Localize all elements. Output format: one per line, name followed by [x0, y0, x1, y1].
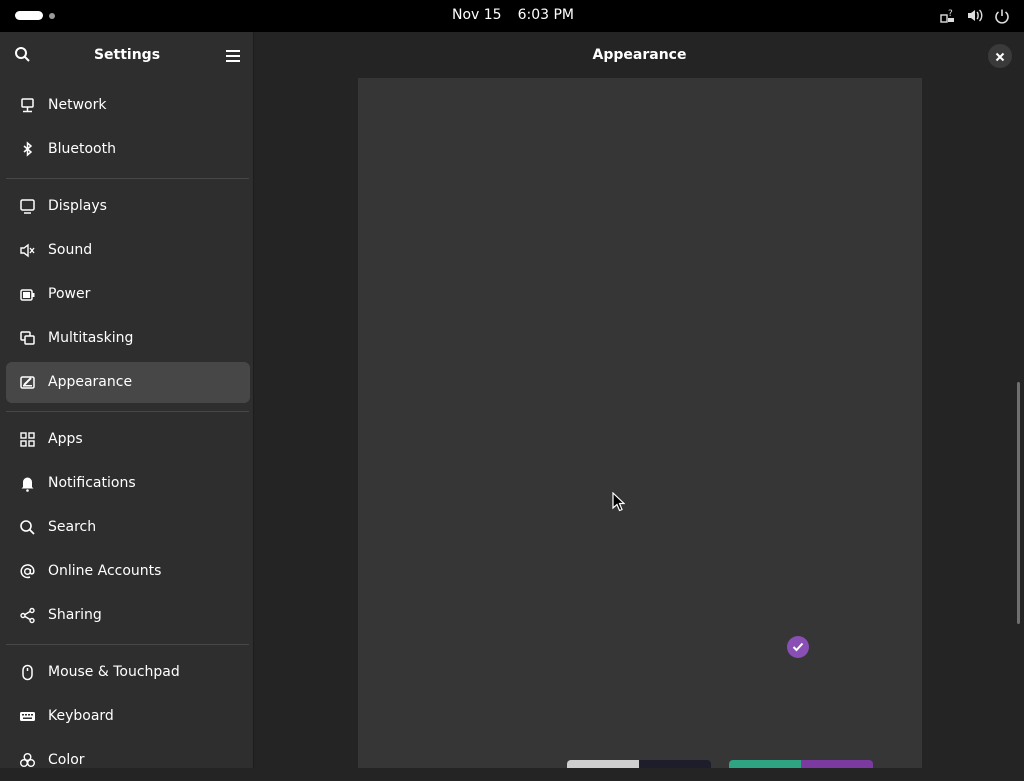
sidebar-separator	[6, 644, 249, 645]
appearance-icon	[19, 374, 36, 391]
sidebar-item-displays[interactable]: Displays	[6, 186, 250, 227]
network-unknown-icon[interactable]: ?	[939, 7, 956, 24]
sidebar-header: Settings	[0, 32, 253, 78]
workspace-active-indicator	[15, 11, 43, 20]
sidebar-item-label: Power	[48, 286, 91, 302]
appearance-panel: Appearance	[255, 32, 1024, 768]
multitasking-icon	[19, 330, 36, 347]
hamburger-menu-icon[interactable]	[225, 48, 241, 67]
sidebar-item-power[interactable]: Power	[6, 274, 250, 315]
power-icon[interactable]	[994, 8, 1010, 24]
top-bar: Nov 15 6:03 PM ?	[0, 0, 1024, 32]
style-preview-card[interactable]	[358, 78, 922, 768]
date-label: Nov 15	[452, 7, 502, 23]
close-icon	[995, 47, 1005, 66]
sidebar-item-keyboard[interactable]: Keyboard	[6, 696, 250, 737]
scrollbar[interactable]	[1017, 382, 1020, 624]
sidebar-item-sound[interactable]: Sound	[6, 230, 250, 271]
bluetooth-icon	[19, 141, 36, 158]
sidebar-item-label: Network	[48, 97, 107, 113]
sidebar-item-bluetooth[interactable]: Bluetooth	[6, 129, 250, 170]
settings-sidebar: Settings Network Bluetooth Displays Soun…	[0, 32, 254, 768]
share-icon	[19, 607, 36, 624]
svg-text:?: ?	[948, 9, 953, 19]
sidebar-item-apps[interactable]: Apps	[6, 419, 250, 460]
sidebar-item-label: Appearance	[48, 374, 133, 390]
sidebar-item-multitasking[interactable]: Multitasking	[6, 318, 250, 359]
background-thumbnail-dark	[639, 760, 711, 768]
selected-checkmark-icon	[787, 636, 809, 658]
clock[interactable]: Nov 15 6:03 PM	[452, 7, 574, 23]
sidebar-item-label: Color	[48, 752, 85, 768]
mouse-icon	[19, 664, 36, 681]
sidebar-item-label: Sharing	[48, 607, 102, 623]
sidebar-item-label: Search	[48, 519, 97, 535]
panel-header: Appearance	[255, 32, 1024, 78]
sidebar-item-label: Multitasking	[48, 330, 134, 346]
sidebar-item-label: Keyboard	[48, 708, 114, 724]
network-icon	[19, 97, 36, 114]
sidebar-item-sharing[interactable]: Sharing	[6, 595, 250, 636]
activities-indicator[interactable]	[15, 11, 55, 20]
sidebar-title: Settings	[93, 47, 161, 63]
background-thumbnail-light	[729, 760, 801, 768]
workspace-inactive-indicator	[49, 12, 55, 19]
sidebar-separator	[6, 411, 249, 412]
bell-icon	[19, 475, 36, 492]
mouse-pointer-icon	[612, 491, 626, 516]
speaker-icon	[19, 242, 36, 259]
page-title: Appearance	[592, 47, 687, 63]
at-sign-icon	[19, 563, 36, 580]
system-tray[interactable]: ?	[939, 7, 1010, 24]
sidebar-item-notifications[interactable]: Notifications	[6, 463, 250, 504]
background-thumbnail[interactable]	[567, 760, 711, 768]
battery-icon	[19, 286, 36, 303]
background-thumbnail-light	[567, 760, 639, 768]
sidebar-item-label: Notifications	[48, 475, 136, 491]
display-icon	[19, 198, 36, 215]
sidebar-item-label: Apps	[48, 431, 83, 447]
sidebar-item-online-accounts[interactable]: Online Accounts	[6, 551, 250, 592]
color-icon	[19, 752, 36, 769]
sidebar-item-label: Sound	[48, 242, 93, 258]
time-label: 6:03 PM	[517, 7, 575, 23]
sidebar-item-label: Displays	[48, 198, 107, 214]
keyboard-icon	[19, 708, 36, 725]
sidebar-item-label: Mouse & Touchpad	[48, 664, 180, 680]
sidebar-item-label: Online Accounts	[48, 563, 162, 579]
volume-icon[interactable]	[966, 7, 984, 24]
sidebar-item-appearance[interactable]: Appearance	[6, 362, 250, 403]
sidebar-item-search[interactable]: Search	[6, 507, 250, 548]
close-button[interactable]	[988, 44, 1012, 68]
sidebar-item-color[interactable]: Color	[6, 740, 250, 781]
sidebar-item-label: Bluetooth	[48, 141, 116, 157]
search-icon	[19, 519, 36, 536]
background-thumbnail-dark	[801, 760, 873, 768]
sidebar-item-network[interactable]: Network	[6, 85, 250, 126]
sidebar-separator	[6, 178, 249, 179]
background-thumbnail[interactable]	[729, 760, 873, 768]
apps-grid-icon	[19, 431, 36, 448]
sidebar-item-mouse-touchpad[interactable]: Mouse & Touchpad	[6, 652, 250, 693]
